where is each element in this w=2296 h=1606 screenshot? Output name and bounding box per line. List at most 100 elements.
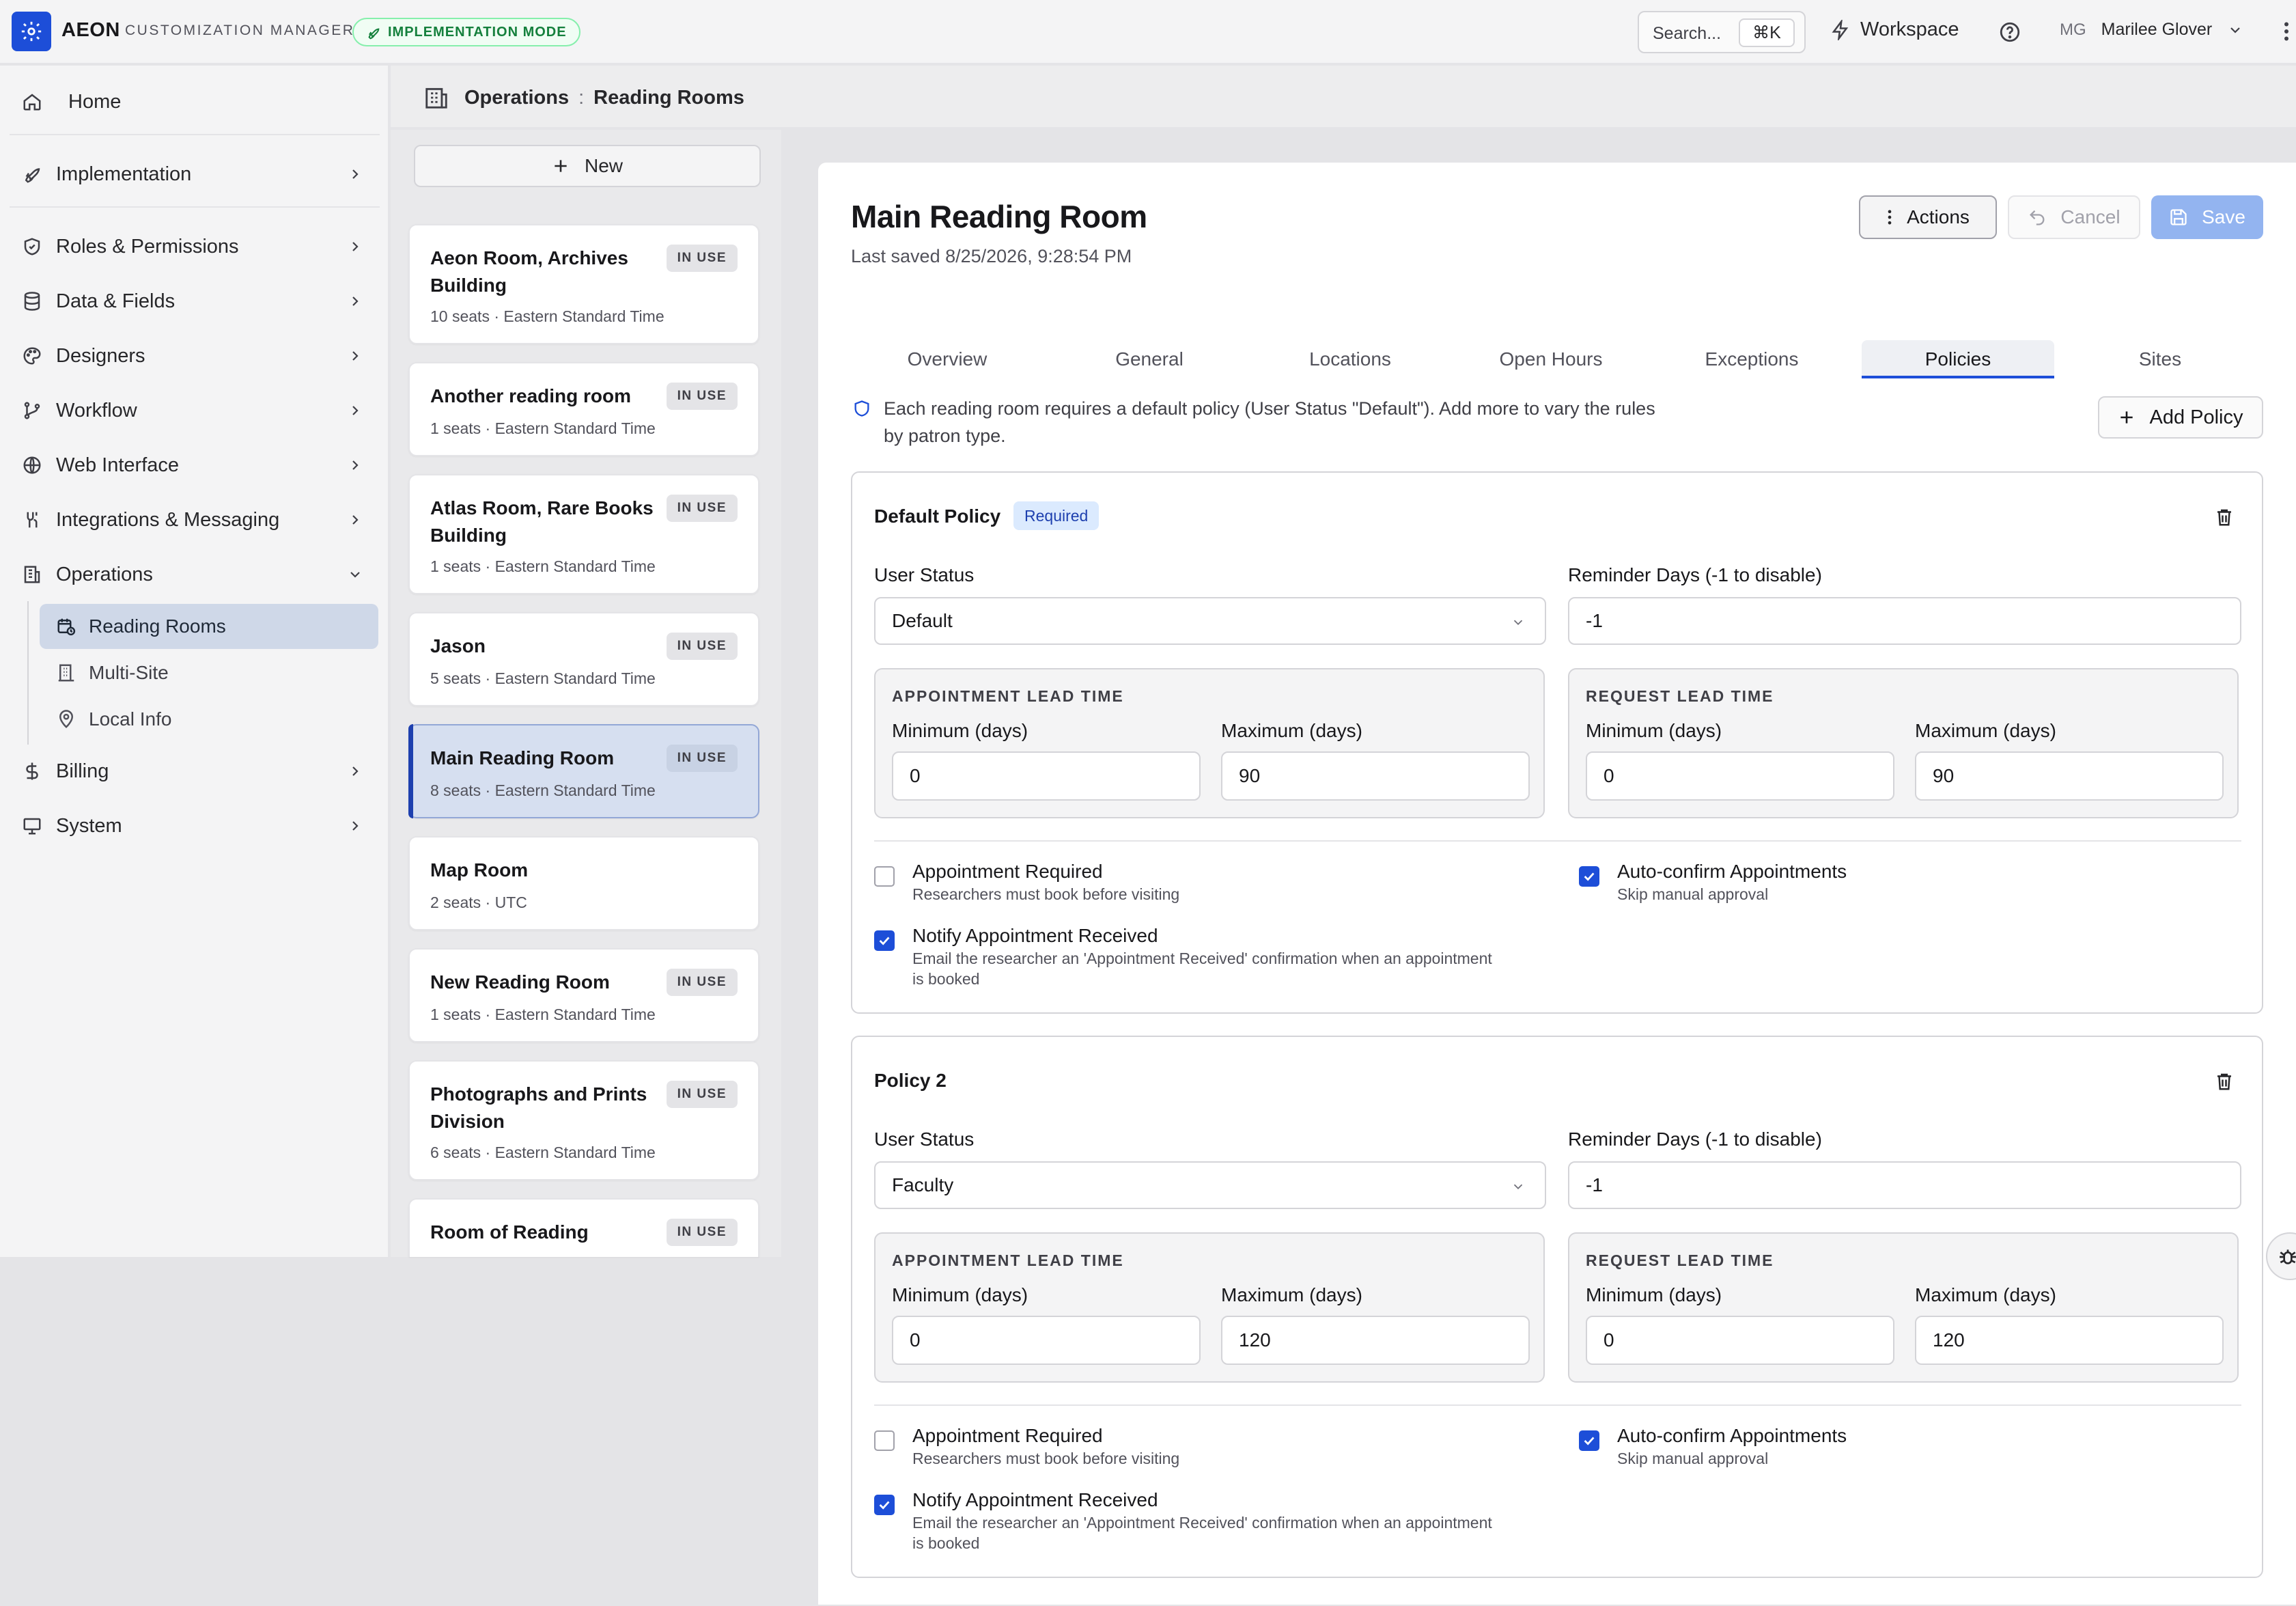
workspace-label: Workspace [1860, 18, 1959, 40]
group-title: REQUEST LEAD TIME [1586, 1251, 1774, 1269]
sidebar-item-local-info[interactable]: Local Info [40, 697, 378, 742]
notify-appointment-checkbox[interactable] [874, 930, 895, 951]
auto-confirm-checkbox[interactable] [1579, 866, 1599, 887]
sidebar-item-data-fields[interactable]: Data & Fields [22, 284, 363, 318]
save-button[interactable]: Save [2151, 195, 2263, 239]
list-item[interactable]: Atlas Room, Rare Books Building IN USE 1… [408, 474, 759, 594]
notify-appointment-desc: Email the researcher an 'Appointment Rec… [912, 950, 1492, 988]
sidebar-item-label: Implementation [56, 163, 192, 185]
chevron-down-icon [1511, 1179, 1526, 1194]
cancel-button[interactable]: Cancel [2008, 195, 2140, 239]
min-days-label: Minimum (days) [1586, 720, 1722, 741]
tab-exceptions[interactable]: Exceptions [1655, 340, 1848, 378]
sidebar-item-home[interactable]: Home [22, 85, 363, 119]
trash-icon[interactable] [2214, 1071, 2235, 1092]
user-status-select[interactable]: Default [874, 597, 1546, 645]
status-badge: IN USE [666, 1219, 738, 1246]
list-item[interactable]: Photographs and Prints Division IN USE 6… [408, 1060, 759, 1180]
room-meta: 1 seats · Eastern Standard Time [430, 557, 656, 575]
page-title: Main Reading Room [851, 199, 1147, 234]
status-badge: IN USE [666, 745, 738, 772]
tab-policies[interactable]: Policies [1862, 340, 2054, 378]
appointment-min-days-input[interactable]: 0 [892, 751, 1201, 801]
sidebar-item-implementation[interactable]: Implementation [22, 157, 363, 191]
actions-button[interactable]: Actions [1859, 195, 1997, 239]
chevron-right-icon [347, 348, 363, 364]
list-item-selected[interactable]: Main Reading Room IN USE 8 seats · Easte… [408, 724, 759, 818]
monitor-icon [22, 816, 45, 836]
sidebar-item-designers[interactable]: Designers [22, 339, 363, 373]
trash-icon[interactable] [2214, 507, 2235, 527]
add-policy-button[interactable]: Add Policy [2098, 396, 2263, 439]
new-reading-room-button[interactable]: New [414, 145, 761, 187]
logo-gear-icon[interactable] [12, 12, 51, 51]
user-status-select[interactable]: Faculty [874, 1161, 1546, 1209]
max-days-label: Maximum (days) [1221, 1284, 1362, 1305]
group-title: APPOINTMENT LEAD TIME [892, 687, 1124, 705]
save-label: Save [2202, 206, 2245, 227]
breadcrumb-section[interactable]: Operations [464, 87, 569, 109]
tab-general[interactable]: General [1053, 340, 1246, 378]
list-item[interactable]: Another reading room IN USE 1 seats · Ea… [408, 362, 759, 456]
search-shortcut: ⌘K [1739, 18, 1795, 47]
list-item[interactable]: Jason IN USE 5 seats · Eastern Standard … [408, 612, 759, 706]
sidebar-item-integrations-messaging[interactable]: Integrations & Messaging [22, 503, 363, 537]
sidebar-item-billing[interactable]: Billing [22, 754, 363, 788]
shield-icon [852, 399, 871, 418]
tab-locations[interactable]: Locations [1254, 340, 1446, 378]
tab-open-hours[interactable]: Open Hours [1455, 340, 1647, 378]
sidebar-item-reading-rooms[interactable]: Reading Rooms [40, 604, 378, 649]
reminder-days-input[interactable]: -1 [1568, 1161, 2241, 1209]
sidebar-item-label: Roles & Permissions [56, 235, 239, 258]
user-menu[interactable]: MG Marilee Glover [2060, 20, 2243, 40]
status-badge: IN USE [666, 633, 738, 660]
workspace-button[interactable]: Workspace [1830, 18, 1959, 41]
request-min-days-input[interactable]: 0 [1586, 1316, 1894, 1365]
sidebar-item-label: Operations [56, 563, 153, 585]
sidebar-item-operations[interactable]: Operations [22, 557, 363, 592]
tab-overview[interactable]: Overview [851, 340, 1044, 378]
global-search[interactable]: Search... ⌘K [1638, 11, 1806, 53]
request-min-days-input[interactable]: 0 [1586, 751, 1894, 801]
shield-icon [22, 236, 45, 257]
room-name: Aeon Room, Archives Building [430, 247, 628, 296]
room-name: New Reading Room [430, 971, 610, 993]
status-badge: IN USE [666, 495, 738, 522]
tab-sites[interactable]: Sites [2064, 340, 2256, 378]
list-item[interactable]: Aeon Room, Archives Building IN USE 10 s… [408, 224, 759, 344]
auto-confirm-checkbox[interactable] [1579, 1430, 1599, 1451]
group-title: REQUEST LEAD TIME [1586, 687, 1774, 705]
more-vertical-icon[interactable] [2281, 19, 2292, 44]
reminder-days-input[interactable]: -1 [1568, 597, 2241, 645]
list-item[interactable]: Map Room 2 seats · UTC [408, 836, 759, 930]
dollar-icon [22, 761, 45, 781]
integrations-icon [22, 510, 45, 530]
workflow-icon [22, 400, 45, 421]
notify-appointment-desc: Email the researcher an 'Appointment Rec… [912, 1514, 1492, 1552]
sidebar-item-roles-permissions[interactable]: Roles & Permissions [22, 230, 363, 264]
help-icon[interactable] [1998, 20, 2021, 44]
list-item[interactable]: New Reading Room IN USE 1 seats · Easter… [408, 948, 759, 1042]
sidebar-item-workflow[interactable]: Workflow [22, 393, 363, 428]
user-status-label: User Status [874, 564, 975, 585]
appointment-required-checkbox[interactable] [874, 866, 895, 887]
appointment-required-checkbox[interactable] [874, 1430, 895, 1451]
last-saved-text: Last saved 8/25/2026, 9:28:54 PM [851, 246, 1132, 266]
request-max-days-input[interactable]: 120 [1915, 1316, 2224, 1365]
room-meta: 2 seats · UTC [430, 894, 527, 911]
notify-appointment-checkbox[interactable] [874, 1495, 895, 1515]
rocket-icon [366, 25, 381, 40]
save-icon [2169, 208, 2188, 227]
sidebar-item-label: Integrations & Messaging [56, 508, 280, 531]
policy-card-2: Policy 2 User Status Faculty Reminder Da… [851, 1036, 2263, 1578]
appointment-max-days-input[interactable]: 120 [1221, 1316, 1530, 1365]
sidebar-item-system[interactable]: System [22, 809, 363, 843]
sidebar-item-web-interface[interactable]: Web Interface [22, 448, 363, 482]
appointment-max-days-input[interactable]: 90 [1221, 751, 1530, 801]
appointment-min-days-input[interactable]: 0 [892, 1316, 1201, 1365]
request-max-days-input[interactable]: 90 [1915, 751, 2224, 801]
sidebar-item-multi-site[interactable]: Multi-Site [40, 650, 378, 695]
list-item[interactable]: Room of Reading IN USE [408, 1198, 759, 1257]
top-bar: AEON CUSTOMIZATION MANAGER IMPLEMENTATIO… [0, 0, 2296, 64]
status-badge: IN USE [666, 969, 738, 996]
